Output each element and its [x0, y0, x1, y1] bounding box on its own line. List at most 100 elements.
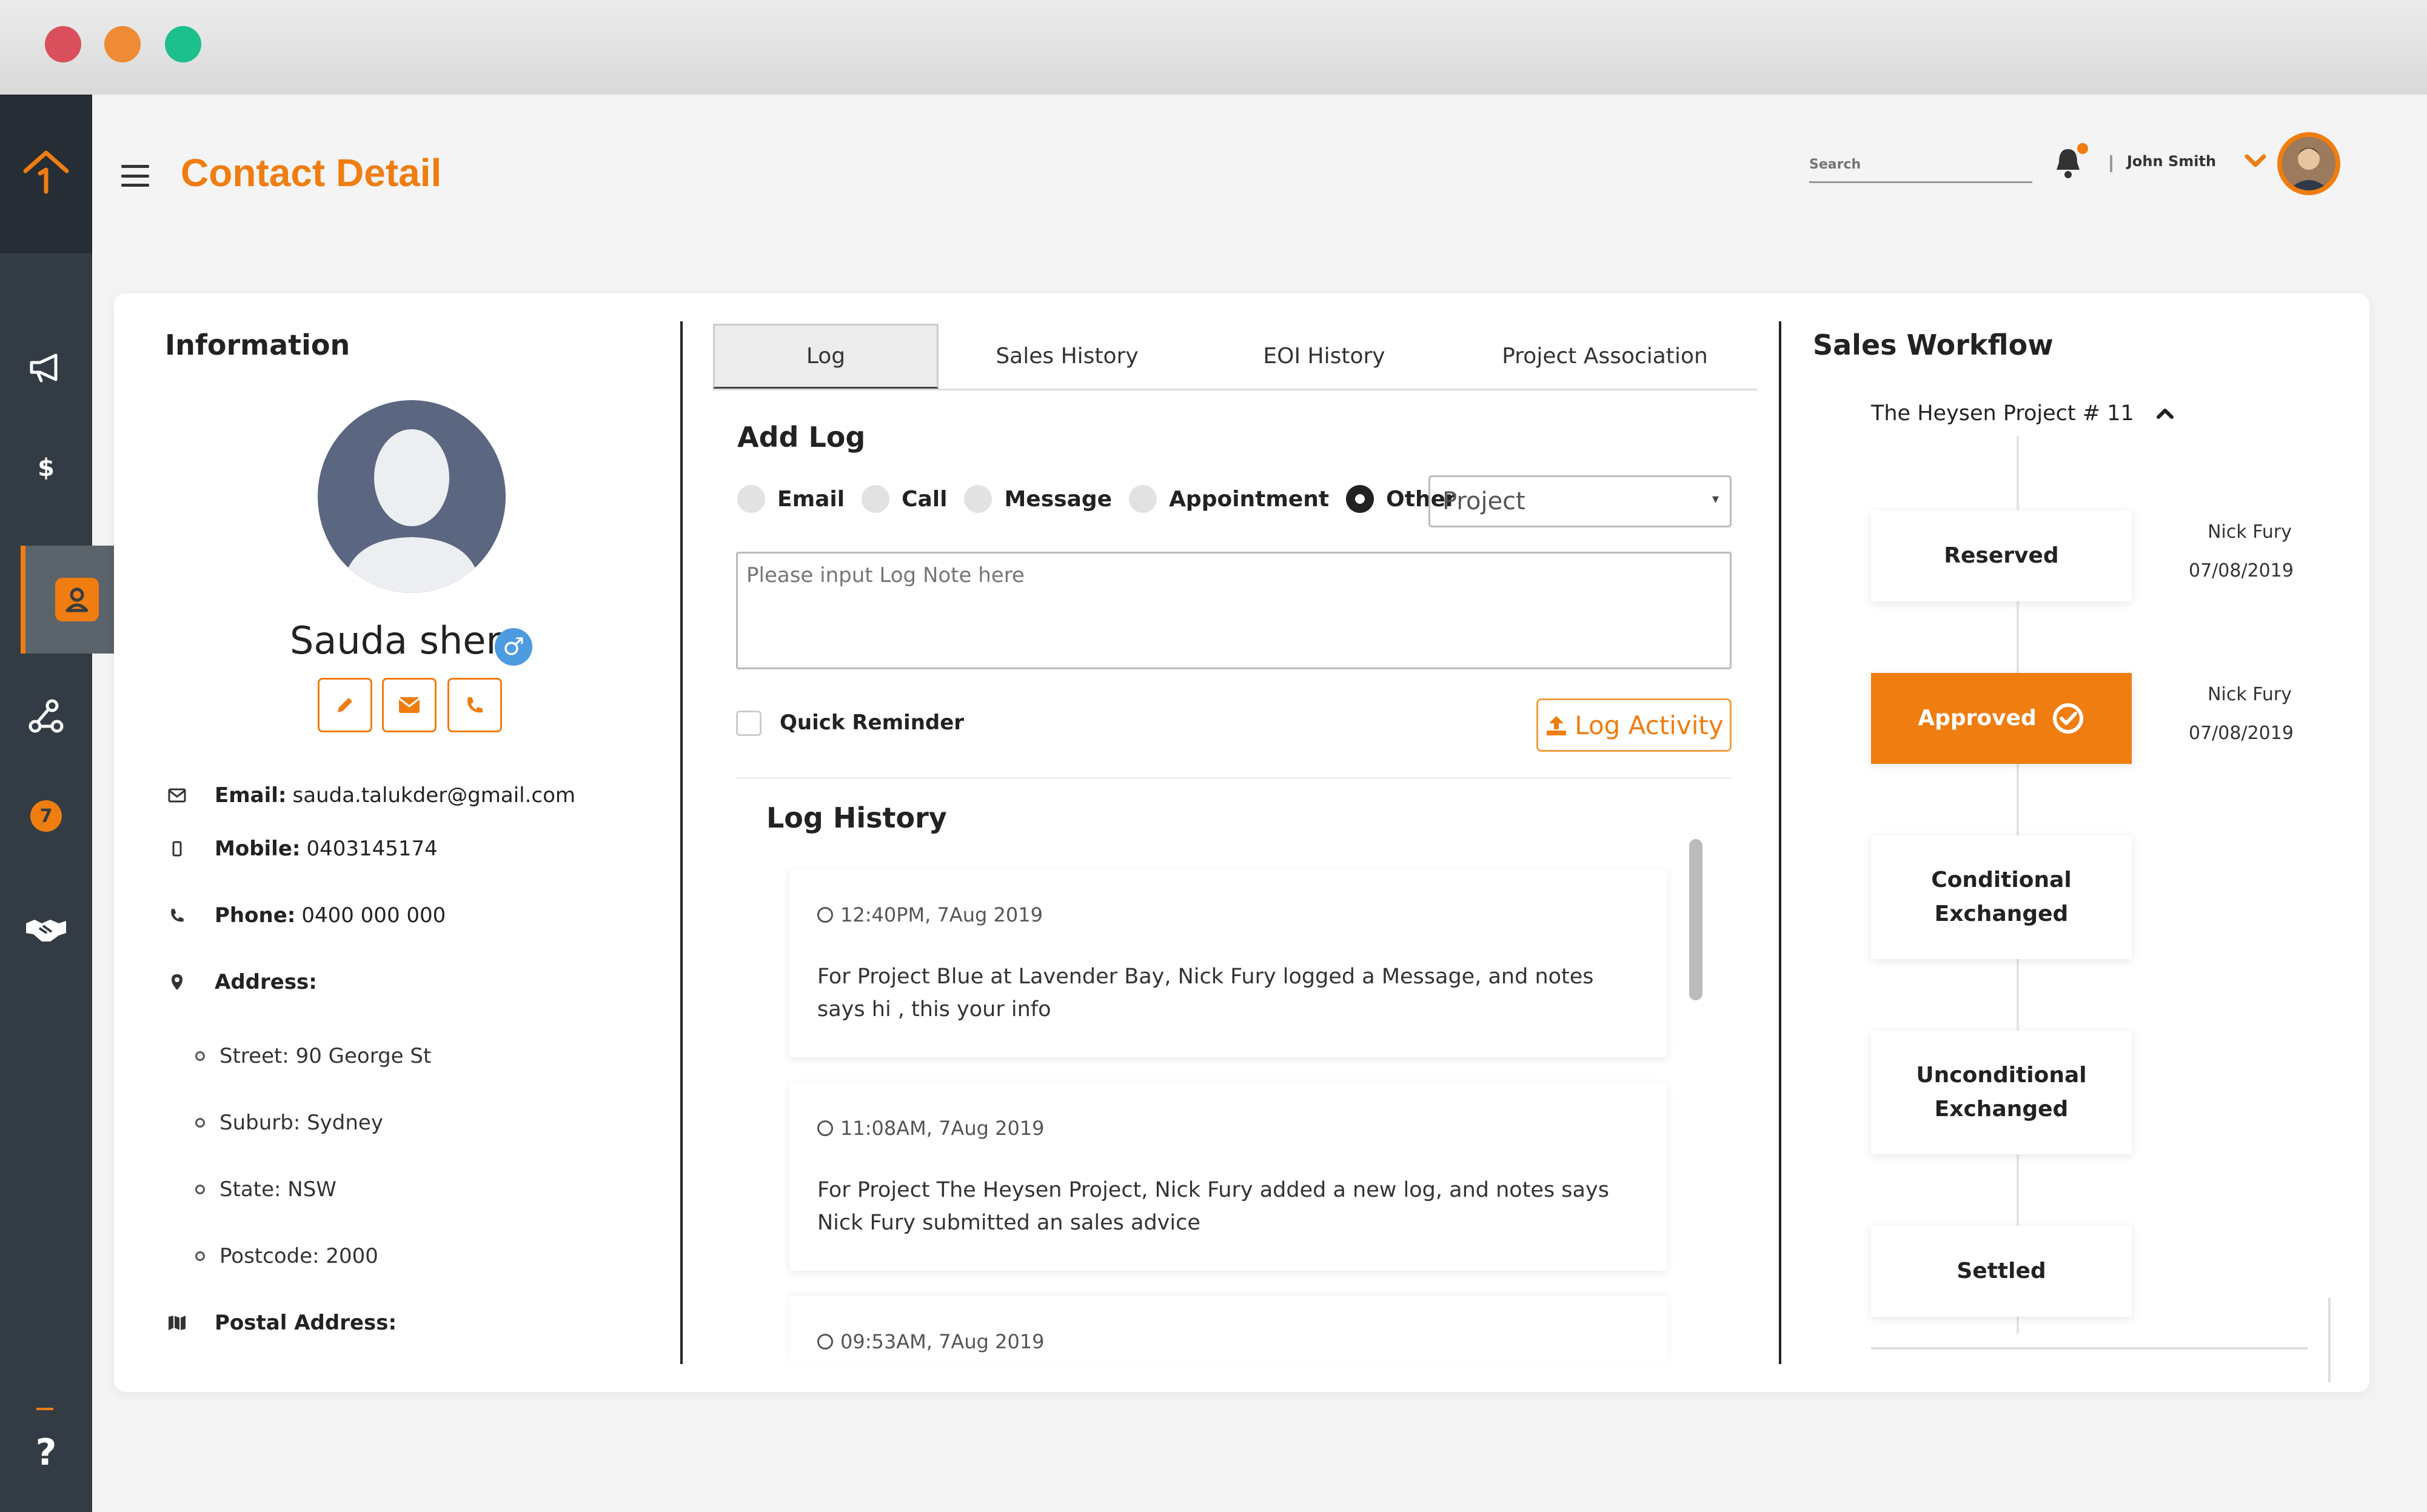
log-entry: 09:53AM, 7Aug 2019 [789, 1296, 1667, 1364]
log-entry-text: For Project The Heysen Project, Nick Fur… [817, 1178, 1609, 1235]
workflow-step-approved[interactable]: Approved [1871, 673, 2132, 764]
map-icon [165, 1314, 189, 1331]
mobile-value[interactable]: 0403145174 [307, 837, 438, 861]
close-window-button[interactable] [45, 26, 81, 62]
menu-toggle-button[interactable] [121, 165, 149, 187]
log-entry: 12:40PM, 7Aug 2019 For Project Blue at L… [789, 869, 1667, 1057]
column-divider-left [680, 321, 683, 1364]
sidebar-item-campaigns[interactable] [0, 331, 92, 404]
section-divider [736, 777, 1732, 779]
radio-other[interactable] [1346, 485, 1374, 513]
sidebar: $ 7 ? [0, 95, 133, 1512]
workflow-project-selector[interactable]: The Heysen Project # 11 [1871, 401, 2175, 426]
detail-tabs: Log Sales History EOI History Project As… [713, 324, 1757, 390]
tab-eoi-history[interactable]: EOI History [1196, 324, 1453, 389]
email-label: Email: [215, 783, 287, 808]
help-divider [36, 1408, 53, 1410]
workflow-step-unconditional-exchanged[interactable]: Unconditional Exchanged [1871, 1031, 2132, 1154]
envelope-outline-icon [165, 788, 189, 803]
radio-appointment-label[interactable]: Appointment [1169, 487, 1329, 512]
log-activity-button[interactable]: Log Activity [1536, 698, 1732, 752]
window-titlebar [0, 0, 2427, 95]
phone-small-icon [165, 907, 189, 924]
clock-icon [817, 1334, 833, 1350]
quick-reminder-checkbox[interactable] [736, 711, 762, 736]
radio-message-label[interactable]: Message [1004, 487, 1112, 512]
workflow-step-settled[interactable]: Settled [1871, 1226, 2132, 1317]
workflow-step-reserved[interactable]: Reserved [1871, 510, 2132, 601]
address-label: Address: [215, 970, 317, 994]
search-field[interactable] [1809, 148, 2032, 183]
mobile-label: Mobile: [215, 837, 301, 861]
contact-avatar [318, 400, 506, 593]
sidebar-item-notifications[interactable]: 7 [0, 780, 92, 852]
log-entry-text: For Project Blue at Lavender Bay, Nick F… [817, 965, 1594, 1022]
home-logo-icon [23, 150, 69, 194]
envelope-icon [398, 697, 420, 713]
megaphone-icon [30, 353, 58, 383]
search-input[interactable] [1809, 148, 2032, 181]
page-title: Contact Detail [181, 151, 442, 195]
email-value[interactable]: sauda.talukder@gmail.com [293, 783, 576, 808]
handshake-icon [26, 920, 66, 942]
map-pin-icon [165, 973, 189, 991]
app-logo[interactable] [0, 95, 92, 253]
workflow-step-reserved-meta: Nick Fury 07/08/2019 [2189, 513, 2294, 590]
tab-log[interactable]: Log [713, 324, 939, 389]
project-select-value: Project [1442, 487, 1525, 515]
sidebar-item-sales[interactable]: $ [0, 432, 92, 504]
mobile-row: Mobile: 0403145174 [165, 837, 438, 861]
chevron-down-icon[interactable] [2243, 152, 2268, 170]
radio-appointment[interactable] [1129, 485, 1157, 513]
phone-value[interactable]: 0400 000 000 [301, 903, 446, 928]
project-select[interactable]: Project ▾ [1428, 475, 1732, 527]
log-entry-time: 09:53AM, 7Aug 2019 [817, 1330, 1045, 1353]
user-photo-icon [2282, 137, 2335, 190]
workflow-bottom-divider [1871, 1347, 2308, 1350]
sidebar-item-workflow[interactable] [0, 680, 92, 753]
add-log-heading: Add Log [737, 421, 866, 453]
user-separator [2110, 155, 2112, 172]
sidebar-item-help[interactable]: ? [0, 1416, 92, 1489]
mobile-icon [165, 841, 189, 857]
log-type-radio-group: Email Call Message Appointment Other [737, 485, 1473, 513]
radio-call-label[interactable]: Call [902, 487, 947, 512]
address-street: Street: 90 George St [195, 1044, 431, 1068]
radio-email-label[interactable]: Email [777, 487, 845, 512]
radio-email[interactable] [737, 485, 765, 513]
workflow-icon [28, 699, 64, 733]
log-history-scrollbar[interactable] [1689, 839, 1702, 1000]
edit-contact-button[interactable] [318, 678, 372, 732]
quick-reminder-label[interactable]: Quick Reminder [780, 711, 964, 735]
step-date: 07/08/2019 [2189, 723, 2294, 744]
address-row: Address: [165, 970, 323, 994]
tab-sales-history[interactable]: Sales History [939, 324, 1196, 389]
information-heading: Information [165, 329, 350, 361]
tab-project-association[interactable]: Project Association [1453, 324, 1757, 389]
radio-call[interactable] [862, 485, 890, 513]
log-entry: 11:08AM, 7Aug 2019 For Project The Heyse… [789, 1083, 1667, 1271]
contact-icon [55, 578, 99, 621]
email-row: Email: sauda.talukder@gmail.com [165, 783, 575, 808]
radio-message[interactable] [964, 485, 993, 513]
check-circle-icon [2052, 703, 2083, 734]
log-note-input[interactable] [736, 552, 1732, 669]
email-contact-button[interactable] [382, 678, 437, 732]
user-name[interactable]: John Smith [2127, 153, 2216, 170]
sidebar-item-deals[interactable] [0, 894, 92, 966]
phone-row: Phone: 0400 000 000 [165, 903, 446, 928]
step-user: Nick Fury [2208, 521, 2292, 543]
step-user: Nick Fury [2208, 684, 2292, 705]
maximize-window-button[interactable] [165, 26, 201, 62]
step-date: 07/08/2019 [2189, 560, 2294, 581]
clock-icon [817, 1120, 833, 1136]
address-postcode: Postcode: 2000 [195, 1244, 378, 1268]
workflow-step-approved-meta: Nick Fury 07/08/2019 [2189, 675, 2294, 753]
workflow-step-conditional-exchanged[interactable]: Conditional Exchanged [1871, 835, 2132, 959]
male-gender-icon: ♂ [495, 628, 532, 666]
user-avatar[interactable] [2277, 132, 2340, 195]
upload-icon [1547, 716, 1567, 735]
phone-icon [467, 697, 483, 713]
minimize-window-button[interactable] [104, 26, 141, 62]
call-contact-button[interactable] [447, 678, 502, 732]
